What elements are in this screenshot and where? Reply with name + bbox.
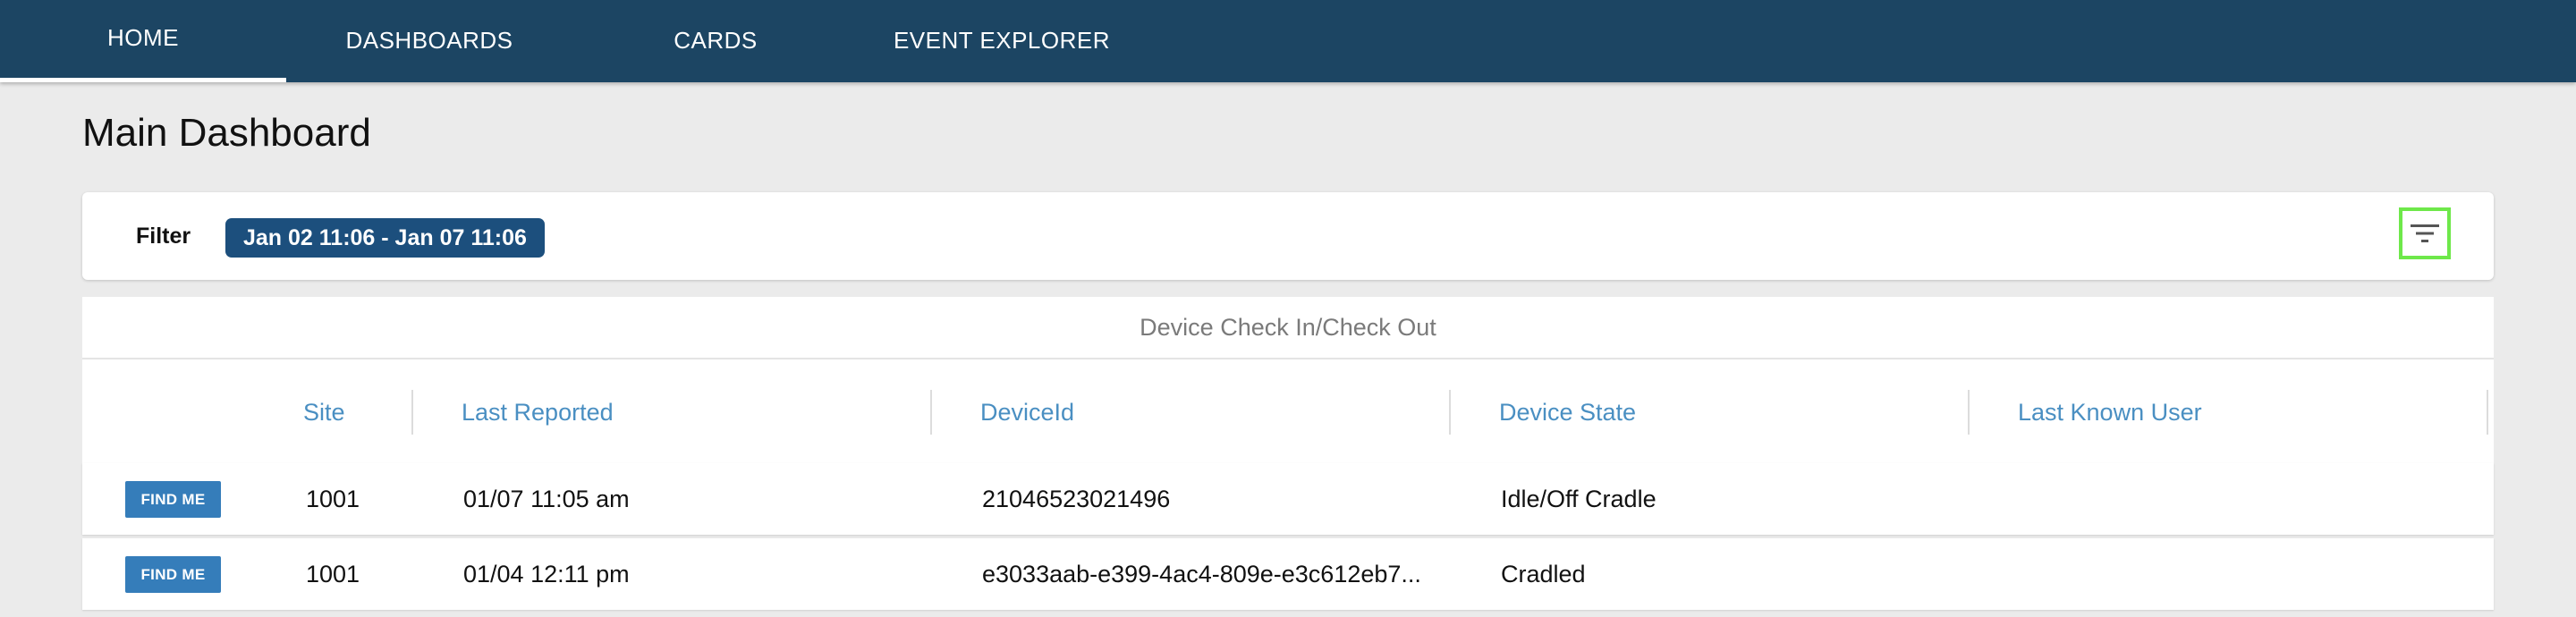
find-me-button[interactable]: FIND ME — [125, 556, 221, 593]
column-header-device-state[interactable]: Device State — [1499, 361, 1636, 463]
card-title: Device Check In/Check Out — [82, 297, 2494, 359]
device-checkin-card: Device Check In/Check Out Site Last Repo… — [82, 297, 2494, 617]
filter-list-icon — [2411, 224, 2439, 242]
cell-device-id: e3033aab-e399-4ac4-809e-e3c612eb7... — [982, 560, 1421, 587]
cell-device-id: 21046523021496 — [982, 485, 1171, 512]
table-row: FIND ME 1001 01/04 12:11 pm e3033aab-e39… — [82, 538, 2494, 610]
cell-device-state: Cradled — [1501, 560, 1586, 587]
column-divider — [930, 390, 932, 435]
column-header-site[interactable]: Site — [303, 361, 345, 463]
column-header-device-id[interactable]: DeviceId — [980, 361, 1074, 463]
cell-device-state: Idle/Off Cradle — [1501, 485, 1657, 512]
find-me-button[interactable]: FIND ME — [125, 481, 221, 518]
cell-last-reported: 01/07 11:05 am — [463, 485, 630, 512]
top-nav: HOME DASHBOARDS CARDS EVENT EXPLORER — [0, 0, 2576, 82]
tab-dashboards[interactable]: DASHBOARDS — [286, 0, 572, 82]
tab-home[interactable]: HOME — [0, 0, 286, 82]
cell-site: 1001 — [306, 485, 360, 512]
tab-home-label: HOME — [107, 24, 179, 51]
tab-event-explorer[interactable]: EVENT EXPLORER — [859, 0, 1145, 82]
column-divider — [2487, 390, 2488, 435]
table-body: FIND ME 1001 01/07 11:05 am 210465230214… — [82, 463, 2494, 617]
tab-cards[interactable]: CARDS — [572, 0, 859, 82]
column-header-last-known-user[interactable]: Last Known User — [2018, 361, 2202, 463]
table-row: FIND ME 1001 01/07 11:05 am 210465230214… — [82, 463, 2494, 535]
column-divider — [1449, 390, 1451, 435]
filter-toggle-button[interactable] — [2399, 207, 2451, 259]
column-divider — [1968, 390, 1970, 435]
cell-site: 1001 — [306, 560, 360, 587]
tab-dashboards-label: DASHBOARDS — [345, 26, 513, 54]
tab-event-explorer-label: EVENT EXPLORER — [893, 26, 1111, 54]
filter-label: Filter — [136, 223, 191, 249]
column-header-last-reported[interactable]: Last Reported — [462, 361, 614, 463]
cell-last-reported: 01/04 12:11 pm — [463, 560, 630, 587]
filter-bar: Filter Jan 02 11:06 - Jan 07 11:06 — [82, 192, 2494, 280]
page-title: Main Dashboard — [82, 111, 371, 155]
column-divider — [411, 390, 413, 435]
tab-cards-label: CARDS — [674, 26, 758, 54]
date-range-chip[interactable]: Jan 02 11:06 - Jan 07 11:06 — [225, 218, 545, 258]
